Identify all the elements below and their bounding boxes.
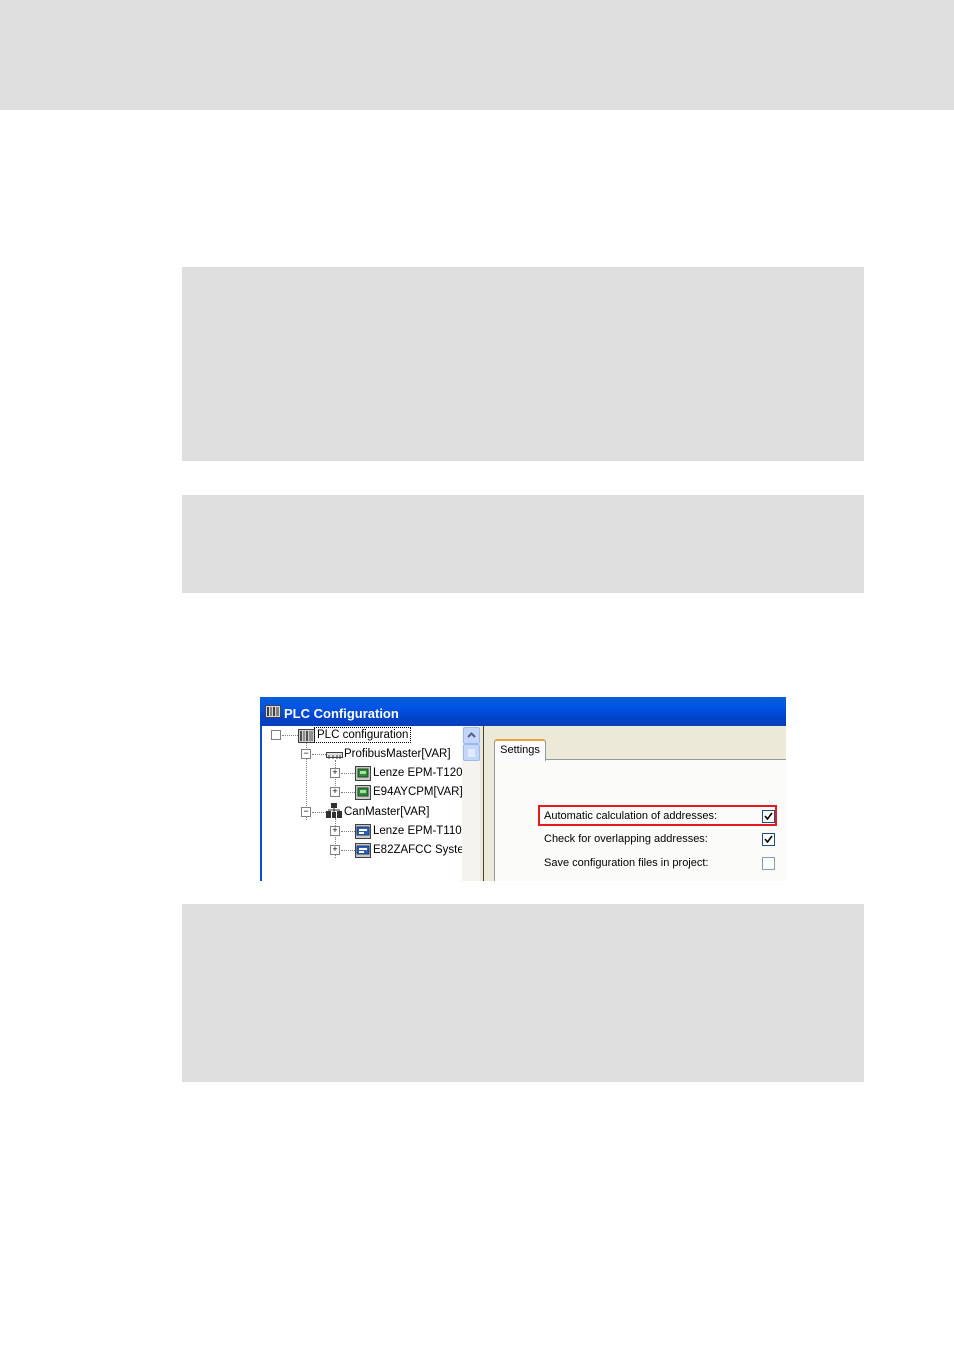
tree-item-e82zafcc[interactable]: + E82ZAFCC Syste: [262, 841, 464, 859]
plc-tree[interactable]: ⊟ PLC configuration − ProfibusMast: [260, 726, 482, 881]
header-band: [0, 0, 954, 110]
check-overlap-checkbox[interactable]: [762, 833, 775, 846]
tree-item-label: CanMaster[VAR]: [344, 806, 430, 818]
text-box-2: [182, 495, 864, 593]
plc-rack-icon: [298, 729, 315, 743]
tab-settings[interactable]: Settings: [494, 739, 546, 761]
tree-scrollbar[interactable]: [462, 726, 480, 881]
plc-rack-icon: [265, 705, 281, 718]
tree-item-label: ProfibusMaster[VAR]: [344, 748, 451, 760]
chevron-up-icon: [467, 732, 476, 738]
setting-save-config-label: Save configuration files in project:: [544, 857, 709, 869]
expand-icon[interactable]: +: [330, 787, 340, 797]
collapse-icon[interactable]: ⊟: [271, 730, 281, 740]
plc-configuration-window: PLC Configuration ⊟ PLC configuration −: [260, 697, 786, 881]
tree-item-e94aycpm[interactable]: + E94AYCPM[VAR]: [262, 783, 463, 801]
tree-item-can-master[interactable]: − CanMaster[VAR]: [262, 803, 462, 821]
scroll-up-button[interactable]: [463, 727, 480, 744]
text-box-1: [182, 267, 864, 461]
grip-icon: [468, 749, 475, 757]
module-green-icon: [355, 785, 371, 800]
tree-item-plc-configuration[interactable]: ⊟ PLC configuration: [262, 726, 462, 744]
save-config-checkbox[interactable]: [762, 857, 775, 870]
tree-item-lenze-epm-t110[interactable]: + Lenze EPM-T110: [262, 822, 462, 840]
module-blue-icon: [355, 843, 371, 858]
expand-icon[interactable]: +: [330, 826, 340, 836]
module-green-icon: [355, 766, 371, 781]
scroll-thumb[interactable]: [463, 744, 480, 761]
setting-check-overlap-label: Check for overlapping addresses:: [544, 833, 708, 845]
title-bar[interactable]: PLC Configuration: [260, 697, 786, 726]
tree-item-label: Lenze EPM-T110: [373, 825, 462, 837]
window-title: PLC Configuration: [284, 706, 399, 721]
tree-item-label: Lenze EPM-T120: [373, 767, 463, 779]
collapse-icon[interactable]: −: [301, 749, 311, 759]
module-blue-icon: [355, 824, 371, 839]
bus-connector-icon: [326, 752, 343, 759]
tree-item-lenze-epm-t120[interactable]: + Lenze EPM-T120: [262, 764, 463, 782]
network-nodes-icon: [326, 803, 342, 818]
tree-item-label: E94AYCPM[VAR]: [373, 786, 463, 798]
collapse-icon[interactable]: −: [301, 807, 311, 817]
checkmark-icon: [764, 835, 773, 844]
expand-icon[interactable]: +: [330, 845, 340, 855]
expand-icon[interactable]: +: [330, 768, 340, 778]
tree-item-profibus-master[interactable]: − ProfibusMaster[VAR]: [262, 745, 462, 763]
tree-item-label: PLC configuration: [314, 727, 412, 743]
highlight-frame: [538, 805, 777, 826]
tree-item-label: E82ZAFCC Syste: [373, 844, 464, 856]
settings-pane: Settings Automatic calculation of addres…: [484, 726, 786, 881]
text-box-3: [182, 904, 864, 1082]
